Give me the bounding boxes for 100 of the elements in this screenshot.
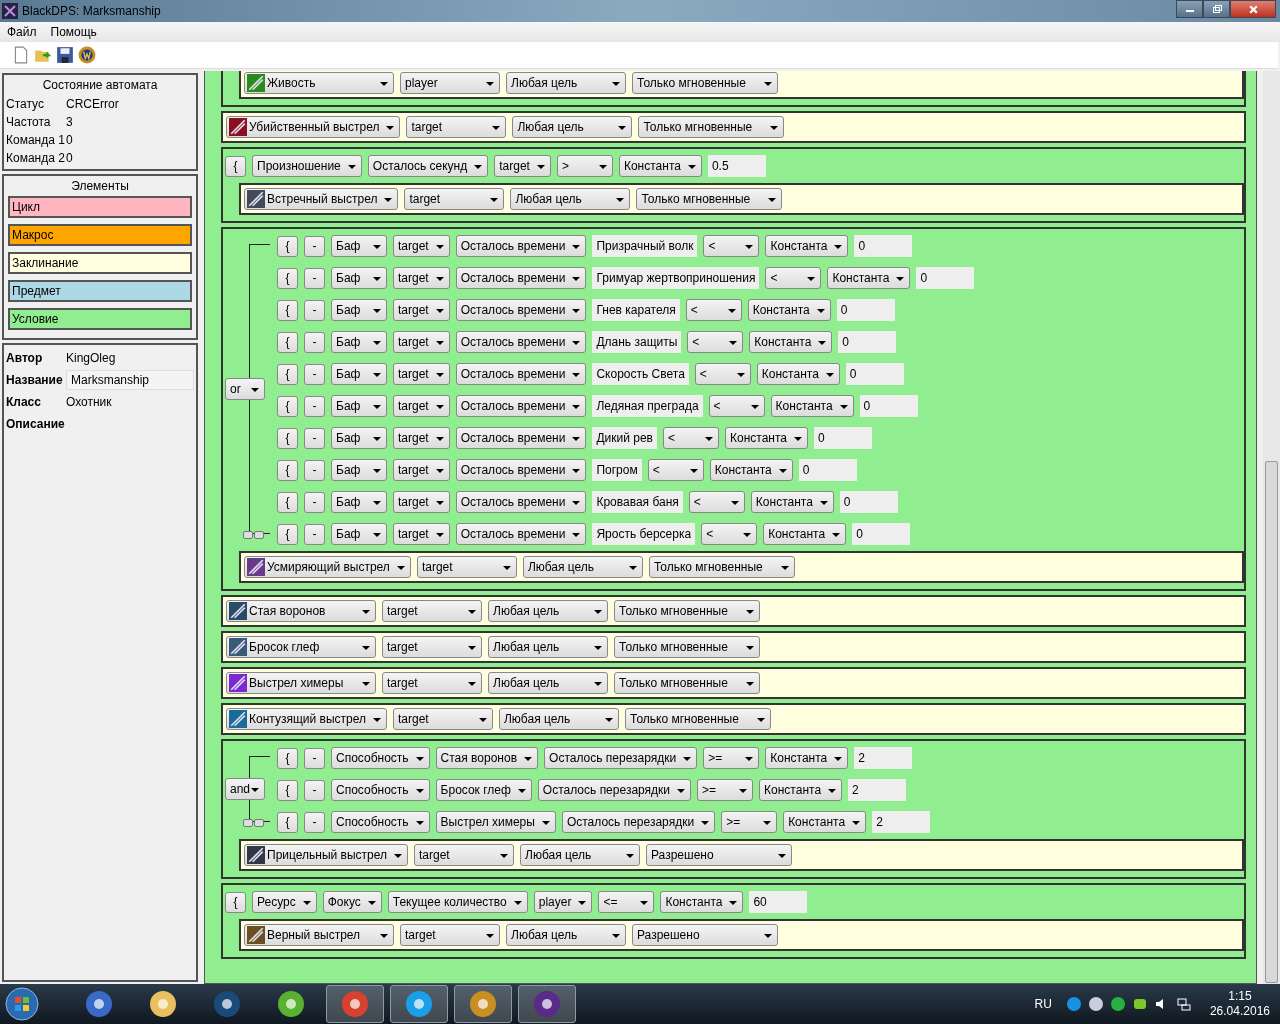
bracket-button[interactable]: {: [225, 891, 246, 913]
bracket-button[interactable]: -: [304, 395, 325, 417]
condition-select[interactable]: target: [393, 427, 450, 449]
element-item[interactable]: Макрос: [8, 224, 192, 246]
bracket-button[interactable]: -: [304, 459, 325, 481]
bracket-button[interactable]: -: [304, 427, 325, 449]
condition-select[interactable]: target: [393, 491, 450, 513]
mode-select[interactable]: Только мгновенные: [636, 188, 783, 210]
bracket-button[interactable]: -: [304, 523, 325, 545]
target-select[interactable]: Любая цель: [510, 188, 631, 210]
unit-select[interactable]: target: [404, 188, 505, 210]
condition-select[interactable]: Осталось времени: [455, 459, 587, 481]
start-button[interactable]: [4, 986, 40, 1022]
bracket-button[interactable]: {: [277, 235, 298, 257]
condition-select[interactable]: Константа: [765, 747, 849, 769]
condition-select[interactable]: Константа: [725, 427, 808, 449]
mode-select[interactable]: Разрешено: [646, 844, 792, 866]
unit-select[interactable]: target: [393, 708, 493, 730]
condition-select[interactable]: Баф: [331, 331, 387, 353]
target-select[interactable]: Любая цель: [506, 924, 626, 946]
condition-select[interactable]: Константа: [750, 491, 834, 513]
condition-select[interactable]: target: [393, 299, 450, 321]
target-select[interactable]: Любая цель: [506, 72, 626, 94]
bracket-button[interactable]: {: [277, 523, 298, 545]
element-item[interactable]: Цикл: [8, 196, 192, 218]
condition-select[interactable]: <: [687, 331, 744, 353]
condition-select[interactable]: Осталось перезарядки: [544, 747, 698, 769]
spell-select[interactable]: Верный выстрел: [244, 924, 394, 946]
condition-select[interactable]: Баф: [331, 523, 387, 545]
bracket-button[interactable]: {: [277, 267, 298, 289]
bracket-button[interactable]: -: [304, 491, 325, 513]
condition-select[interactable]: Баф: [331, 267, 387, 289]
bracket-button[interactable]: {: [277, 747, 298, 769]
condition-select[interactable]: Ресурс: [252, 891, 317, 913]
value-field[interactable]: 60: [749, 891, 808, 913]
bracket-button[interactable]: -: [304, 267, 325, 289]
condition-select[interactable]: Осталось времени: [455, 523, 587, 545]
unit-select[interactable]: target: [416, 556, 517, 578]
condition-select[interactable]: Осталось времени: [455, 235, 587, 257]
condition-select[interactable]: <: [765, 267, 822, 289]
condition-select[interactable]: Баф: [331, 491, 387, 513]
value-field[interactable]: 0: [838, 331, 897, 353]
value-field[interactable]: 0: [916, 267, 975, 289]
bracket-button[interactable]: -: [304, 299, 325, 321]
spell-select[interactable]: Стая воронов: [226, 600, 376, 622]
condition-select[interactable]: <: [694, 363, 751, 385]
scrollbar[interactable]: [1263, 71, 1280, 984]
bracket-button[interactable]: -: [304, 747, 325, 769]
condition-select[interactable]: Осталось перезарядки: [561, 811, 716, 833]
bracket-button[interactable]: {: [277, 299, 298, 321]
bracket-button[interactable]: -: [304, 779, 325, 801]
condition-select[interactable]: <: [663, 427, 719, 449]
value-field[interactable]: 0: [839, 491, 898, 513]
target-select[interactable]: Любая цель: [488, 600, 608, 622]
mode-select[interactable]: Разрешено: [632, 924, 778, 946]
name-field[interactable]: Marksmanship: [66, 370, 194, 390]
condition-select[interactable]: >=: [697, 779, 754, 801]
condition-select[interactable]: Осталось секунд: [367, 155, 489, 177]
condition-select[interactable]: Способность: [331, 811, 430, 833]
condition-select[interactable]: Бросок глеф: [435, 779, 532, 801]
condition-select[interactable]: Осталось времени: [455, 427, 587, 449]
unit-select[interactable]: target: [414, 844, 514, 866]
close-button[interactable]: [1230, 0, 1276, 18]
tray-icon[interactable]: [1087, 996, 1104, 1012]
condition-select[interactable]: Константа: [660, 891, 744, 913]
condition-select[interactable]: Константа: [749, 331, 833, 353]
bracket-button[interactable]: {: [277, 779, 298, 801]
condition-select[interactable]: >: [556, 155, 613, 177]
tray-icon[interactable]: [1109, 996, 1126, 1012]
bracket-button[interactable]: {: [225, 155, 246, 177]
condition-select[interactable]: Способность: [331, 779, 430, 801]
condition-select[interactable]: Осталось времени: [455, 491, 587, 513]
mode-select[interactable]: Только мгновенные: [632, 72, 778, 94]
condition-select[interactable]: Способность: [331, 747, 430, 769]
element-item[interactable]: Заклинание: [8, 252, 192, 274]
value-field[interactable]: 0: [836, 299, 895, 321]
tray-icon[interactable]: [1065, 996, 1082, 1012]
condition-select[interactable]: Выстрел химеры: [435, 811, 556, 833]
condition-select[interactable]: Баф: [331, 459, 387, 481]
game-logo-icon[interactable]: [78, 46, 96, 64]
condition-select[interactable]: Константа: [763, 523, 847, 545]
unit-select[interactable]: player: [400, 72, 500, 94]
condition-select[interactable]: <=: [598, 891, 655, 913]
value-field[interactable]: 0: [814, 427, 872, 449]
condition-select[interactable]: Осталось времени: [455, 363, 587, 385]
spell-select[interactable]: Усмиряющий выстрел: [244, 556, 411, 578]
target-select[interactable]: Любая цель: [512, 116, 633, 138]
condition-select[interactable]: Осталось времени: [455, 331, 587, 353]
condition-select[interactable]: <: [685, 299, 742, 321]
spell-select[interactable]: Живость: [244, 72, 394, 94]
condition-select[interactable]: Баф: [331, 299, 387, 321]
target-select[interactable]: Любая цель: [488, 636, 608, 658]
logic-select[interactable]: or: [225, 378, 265, 400]
unit-select[interactable]: target: [400, 924, 500, 946]
condition-select[interactable]: <: [701, 523, 758, 545]
bracket-button[interactable]: {: [277, 491, 298, 513]
taskbar-app[interactable]: [454, 985, 512, 1023]
taskbar-app[interactable]: [326, 985, 384, 1023]
tray-icon[interactable]: [1131, 996, 1148, 1012]
bracket-button[interactable]: -: [304, 363, 325, 385]
